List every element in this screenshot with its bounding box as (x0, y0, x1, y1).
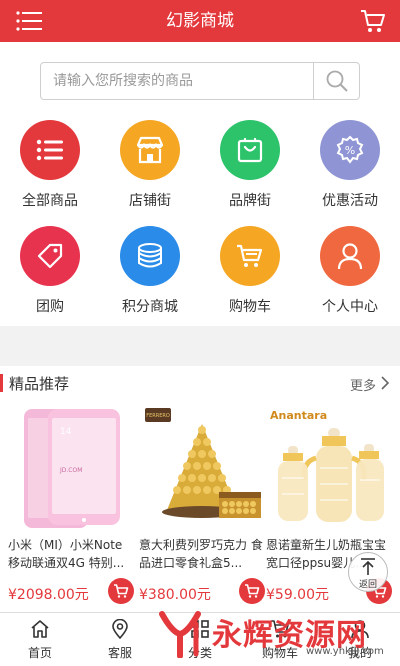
product-card[interactable]: 14 JD.COM 小米（MI）小米Note 移动联通双4G 特别... ¥20… (8, 406, 134, 606)
product-name: 小米（MI）小米Note 移动联通双4G 特别... (8, 538, 125, 570)
list-icon (20, 120, 80, 180)
section-accent-bar (0, 374, 3, 392)
cart-icon (220, 226, 280, 286)
tab-home[interactable]: 首页 (0, 613, 80, 666)
featured-section: 精品推荐 更多 14 JD.COM 小米（MI）小米Note 移动联通双4G 特… (0, 366, 400, 612)
tab-label: 首页 (27, 646, 52, 660)
category-grid: 全部商品 店铺街 品牌街 % 优惠活动 团购 积分商城 购物车 个人中心 (0, 120, 400, 326)
category-personal-center[interactable]: 个人中心 (300, 226, 400, 326)
product-name: 意大利费列罗巧克力 食品进口零食礼盒5... (139, 538, 263, 570)
section-divider (0, 326, 400, 366)
section-title: 精品推荐 (9, 375, 70, 393)
search-box (40, 62, 360, 100)
category-shopping-cart[interactable]: 购物车 (200, 226, 300, 326)
search-icon (326, 70, 348, 92)
page-title: 幻影商城 (166, 11, 234, 31)
pink-phone-image[interactable]: 14 JD.COM (8, 406, 134, 532)
product-brand-label: Anantara (270, 409, 327, 422)
category-label: 团购 (36, 299, 64, 315)
store-icon (120, 120, 180, 180)
category-brand-street[interactable]: 品牌街 (200, 120, 300, 220)
svg-text:14: 14 (60, 427, 72, 437)
add-to-cart-button[interactable] (239, 578, 265, 604)
header-cart-button[interactable] (360, 8, 386, 34)
arrow-up-icon (361, 558, 375, 575)
watermark: 永辉资源网 www.yhkjjj.com (156, 604, 400, 666)
tab-customer-service[interactable]: 客服 (80, 613, 160, 666)
product-card[interactable]: FERRERO 意大利费列罗巧克力 食品进口零食礼盒5... ¥380.00元 (139, 406, 265, 606)
category-label: 全部商品 (22, 193, 78, 209)
category-promotions[interactable]: % 优惠活动 (300, 120, 400, 220)
tag-icon (20, 226, 80, 286)
more-link[interactable]: 更多 (350, 375, 376, 394)
category-label: 购物车 (229, 299, 271, 315)
cart-icon (114, 584, 129, 598)
home-icon (31, 620, 49, 638)
chevron-right-icon[interactable] (380, 376, 390, 390)
section-header: 精品推荐 更多 (0, 366, 400, 400)
product-price: ¥2098.00元 (8, 587, 89, 603)
location-icon (112, 619, 128, 639)
category-label: 店铺街 (129, 193, 171, 209)
svg-text:FERRERO: FERRERO (146, 413, 170, 419)
chocolate-tower-image[interactable]: FERRERO (139, 406, 265, 532)
app-header: 幻影商城 (0, 0, 400, 42)
coupon-icon: % (320, 120, 380, 180)
search-button[interactable] (313, 63, 359, 99)
svg-text:%: % (345, 144, 355, 157)
cart-icon (245, 584, 260, 598)
category-label: 个人中心 (322, 299, 378, 315)
product-price: ¥59.00元 (266, 587, 329, 603)
category-group-buy[interactable]: 团购 (0, 226, 100, 326)
watermark-logo (159, 611, 201, 658)
tab-label: 客服 (107, 646, 132, 660)
category-store-street[interactable]: 店铺街 (100, 120, 200, 220)
svg-text:JD.COM: JD.COM (59, 467, 82, 474)
user-icon (320, 226, 380, 286)
baby-bottles-image[interactable]: Anantara (266, 406, 392, 532)
category-points-mall[interactable]: 积分商城 (100, 226, 200, 326)
search-area (0, 42, 400, 120)
product-price: ¥380.00元 (139, 587, 211, 603)
category-label: 优惠活动 (322, 193, 378, 209)
add-to-cart-button[interactable] (108, 578, 134, 604)
category-label: 积分商城 (122, 299, 178, 315)
coins-icon (120, 226, 180, 286)
category-label: 品牌街 (229, 193, 271, 209)
cart-icon (361, 10, 385, 32)
category-all-products[interactable]: 全部商品 (0, 120, 100, 220)
bag-icon (220, 120, 280, 180)
back-to-top-label: 返回 (358, 580, 377, 590)
search-input[interactable] (41, 63, 313, 99)
watermark-url: www.yhkjjj.com (306, 646, 384, 657)
back-to-top-button[interactable]: 返回 (348, 552, 388, 592)
